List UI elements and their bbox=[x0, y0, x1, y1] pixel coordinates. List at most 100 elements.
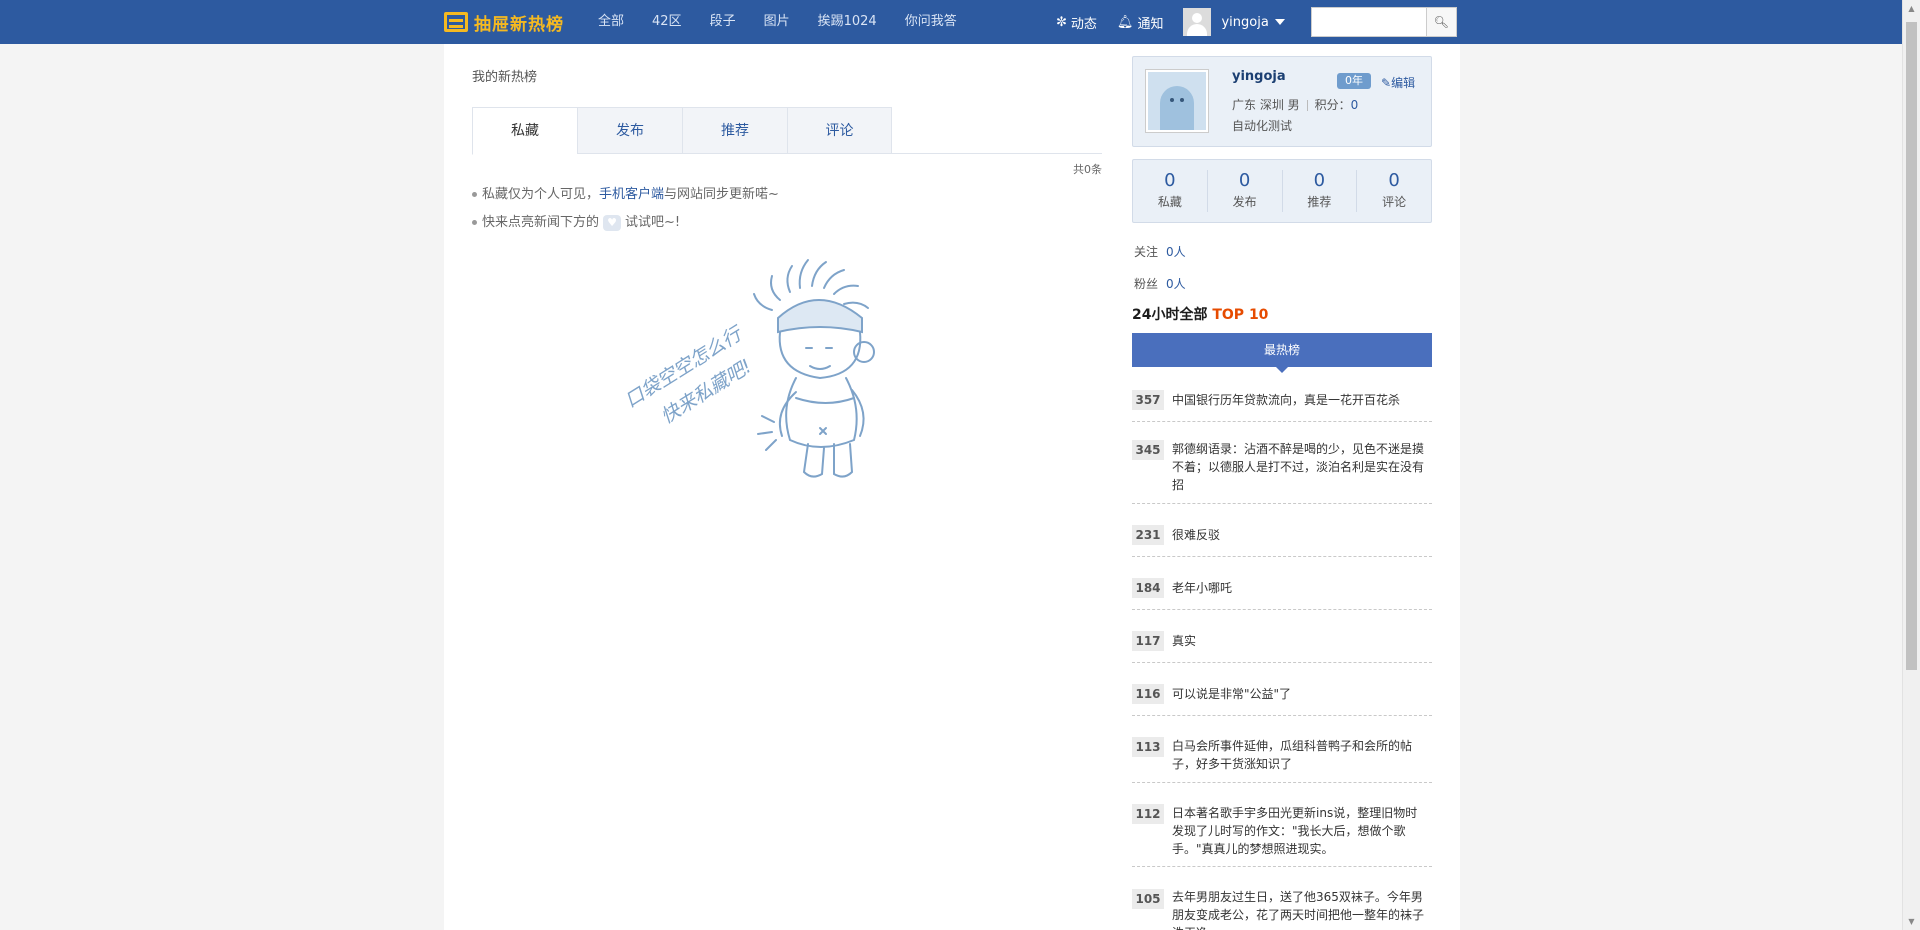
rank-title[interactable]: 可以说是非常"公益"了 bbox=[1172, 685, 1428, 703]
bullet-icon bbox=[472, 220, 477, 225]
rank-item[interactable]: 345 郭德纲语录：沾酒不醉是喝的少，见色不迷是摸不着；以德服人是打不过，淡泊名… bbox=[1132, 422, 1432, 504]
stat-comment[interactable]: 0 评论 bbox=[1357, 170, 1431, 212]
top10-title-hot: TOP 10 bbox=[1212, 307, 1269, 323]
rank-title[interactable]: 老年小哪吒 bbox=[1172, 579, 1428, 597]
rank-title[interactable]: 日本著名歌手宇多田光更新ins说，整理旧物时发现了儿时写的作文："我长大后，想做… bbox=[1172, 804, 1428, 858]
search-button[interactable]: 🔍︎ bbox=[1426, 7, 1457, 37]
search-icon: 🔍︎ bbox=[1433, 15, 1449, 29]
logo-icon bbox=[444, 12, 468, 32]
top10-title-prefix: 24小时全部 bbox=[1132, 307, 1208, 323]
rank-score: 231 bbox=[1132, 525, 1164, 545]
tab-comment[interactable]: 评论 bbox=[787, 107, 892, 154]
following-row: 关注 0人 bbox=[1134, 243, 1186, 260]
rank-item[interactable]: 116 可以说是非常"公益"了 bbox=[1132, 663, 1432, 716]
main-nav: 全部 42区 段子 图片 挨踢1024 你问我答 bbox=[598, 0, 985, 44]
nav-jokes[interactable]: 段子 bbox=[710, 0, 736, 44]
profile-card: yingoja 0年 ✎编辑 广东 深圳 男积分：0 自动化测试 bbox=[1132, 56, 1432, 147]
profile-location: 广东 深圳 男积分：0 bbox=[1232, 96, 1358, 113]
nav-pics[interactable]: 图片 bbox=[764, 0, 790, 44]
rank-item[interactable]: 231 很难反驳 bbox=[1132, 504, 1432, 557]
search-box: 🔍︎ bbox=[1310, 7, 1457, 37]
profile-name[interactable]: yingoja bbox=[1232, 69, 1286, 84]
top-navbar: 抽屉新热榜 全部 42区 段子 图片 挨踢1024 你问我答 ✼ 动态 🔔︎ 通… bbox=[0, 0, 1902, 44]
stat-publish[interactable]: 0 发布 bbox=[1208, 170, 1283, 212]
nav-it1024[interactable]: 挨踢1024 bbox=[818, 0, 877, 44]
rank-score: 117 bbox=[1132, 631, 1164, 651]
pencil-icon: ✎ bbox=[1381, 76, 1392, 90]
page-title: 我的新热榜 bbox=[472, 70, 538, 85]
rank-item[interactable]: 105 去年男朋友过生日，送了他365双袜子。今年男朋友变成老公，花了两天时间把… bbox=[1132, 867, 1432, 930]
stat-label: 私藏 bbox=[1157, 195, 1182, 209]
tip2-suffix: 试试吧~! bbox=[625, 215, 681, 230]
scroll-down-icon[interactable]: ▼ bbox=[1903, 913, 1920, 930]
tab-collect[interactable]: 私藏 bbox=[472, 107, 577, 155]
rank-item[interactable]: 117 真实 bbox=[1132, 610, 1432, 663]
rank-title[interactable]: 白马会所事件延伸，瓜组科普鸭子和会所的帖子，好多干货涨知识了 bbox=[1172, 737, 1428, 773]
following-count[interactable]: 0人 bbox=[1166, 245, 1186, 259]
heart-icon: ♥ bbox=[603, 214, 622, 231]
tab-bar: 私藏 发布 推荐 评论 bbox=[472, 107, 1102, 155]
hottest-tab[interactable]: 最热榜 bbox=[1132, 333, 1432, 373]
tip-item: 私藏仅为个人可见，手机客户端与网站同步更新喏~ bbox=[472, 181, 779, 209]
fans-row: 粉丝 0人 bbox=[1134, 275, 1186, 292]
mobile-client-link[interactable]: 手机客户端 bbox=[599, 187, 664, 202]
rank-score: 345 bbox=[1132, 440, 1164, 460]
profile-avatar[interactable] bbox=[1145, 69, 1209, 133]
edit-label: 编辑 bbox=[1391, 76, 1416, 90]
snowflake-icon: ✼ bbox=[1056, 14, 1067, 30]
tab-publish[interactable]: 发布 bbox=[577, 107, 682, 154]
rank-score: 357 bbox=[1132, 390, 1164, 410]
bullet-icon bbox=[472, 192, 477, 197]
stat-label: 推荐 bbox=[1307, 195, 1332, 209]
user-avatar[interactable] bbox=[1183, 8, 1212, 36]
stat-num: 0 bbox=[1164, 170, 1176, 191]
tips-list: 私藏仅为个人可见，手机客户端与网站同步更新喏~ 快来点亮新闻下方的 ♥ 试试吧~! bbox=[472, 181, 779, 237]
rank-title[interactable]: 真实 bbox=[1172, 632, 1428, 650]
tip2-prefix: 快来点亮新闻下方的 bbox=[482, 215, 600, 230]
stat-num: 0 bbox=[1238, 170, 1251, 191]
notification-link[interactable]: 🔔︎ 通知 bbox=[1117, 13, 1164, 32]
nav-42[interactable]: 42区 bbox=[652, 0, 682, 44]
rank-item[interactable]: 113 白马会所事件延伸，瓜组科普鸭子和会所的帖子，好多干货涨知识了 bbox=[1132, 716, 1432, 783]
fans-count[interactable]: 0人 bbox=[1166, 277, 1186, 291]
rank-score: 112 bbox=[1132, 804, 1164, 824]
scroll-up-icon[interactable]: ▲ bbox=[1903, 0, 1920, 17]
username[interactable]: yingoja bbox=[1221, 15, 1268, 30]
rank-score: 113 bbox=[1132, 737, 1164, 757]
chevron-down-icon[interactable] bbox=[1274, 19, 1285, 25]
profile-stats: 0 私藏 0 发布 0 推荐 0 评论 bbox=[1132, 159, 1432, 223]
tip-item: 快来点亮新闻下方的 ♥ 试试吧~! bbox=[472, 209, 779, 237]
item-count: 共0条 bbox=[1073, 163, 1102, 176]
page-scrollbar[interactable]: ▲ ▼ bbox=[1902, 0, 1920, 930]
scrollbar-thumb[interactable] bbox=[1906, 22, 1917, 670]
stat-collect[interactable]: 0 私藏 bbox=[1133, 170, 1208, 212]
stat-num: 0 bbox=[1388, 170, 1400, 191]
stat-label: 评论 bbox=[1382, 195, 1407, 209]
rank-title[interactable]: 中国银行历年贷款流向，真是一花开百花杀 bbox=[1172, 391, 1428, 409]
rank-item[interactable]: 112 日本著名歌手宇多田光更新ins说，整理旧物时发现了儿时写的作文："我长大… bbox=[1132, 783, 1432, 867]
rank-title[interactable]: 很难反驳 bbox=[1172, 526, 1428, 544]
empty-collection-illustration: 口袋空空怎么行 快来私藏吧! bbox=[621, 259, 875, 478]
nav-qa[interactable]: 你问我答 bbox=[905, 0, 957, 44]
stat-label: 发布 bbox=[1232, 195, 1257, 209]
rank-score: 116 bbox=[1132, 684, 1164, 704]
rank-item[interactable]: 357 中国银行历年贷款流向，真是一花开百花杀 bbox=[1132, 380, 1432, 422]
bell-icon: 🔔︎ bbox=[1116, 14, 1134, 30]
notify-label: 通知 bbox=[1137, 16, 1164, 32]
location-text: 广东 深圳 男 bbox=[1232, 98, 1300, 112]
stat-recommend[interactable]: 0 推荐 bbox=[1283, 170, 1358, 212]
search-input[interactable] bbox=[1310, 7, 1427, 37]
edit-profile-link[interactable]: ✎编辑 bbox=[1381, 74, 1415, 91]
divider bbox=[1306, 100, 1308, 111]
activity-link[interactable]: ✼ 动态 bbox=[1056, 13, 1097, 32]
following-label: 关注 bbox=[1134, 245, 1159, 259]
user-nav: ✼ 动态 🔔︎ 通知 yingoja 🔍︎ bbox=[1056, 0, 1457, 44]
tip1-suffix: 与网站同步更新喏~ bbox=[664, 187, 779, 202]
rank-item[interactable]: 184 老年小哪吒 bbox=[1132, 557, 1432, 610]
nav-all[interactable]: 全部 bbox=[598, 0, 624, 44]
rank-title[interactable]: 郭德纲语录：沾酒不醉是喝的少，见色不迷是摸不着；以德服人是打不过，淡泊名利是实在… bbox=[1172, 440, 1428, 494]
site-logo[interactable]: 抽屉新热榜 bbox=[444, 10, 564, 35]
rank-title[interactable]: 去年男朋友过生日，送了他365双袜子。今年男朋友变成老公，花了两天时间把他一整年… bbox=[1172, 888, 1428, 930]
activity-label: 动态 bbox=[1070, 16, 1097, 32]
tab-recommend[interactable]: 推荐 bbox=[682, 107, 787, 154]
